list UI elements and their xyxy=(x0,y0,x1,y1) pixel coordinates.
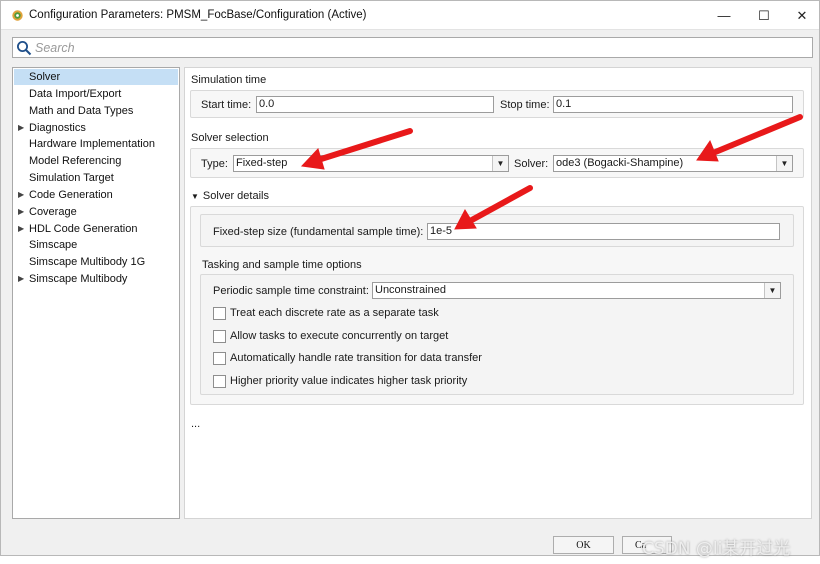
sidebar-item-simscape[interactable]: Simscape xyxy=(14,237,178,253)
expand-arrow-icon[interactable]: ▶ xyxy=(18,187,24,203)
sidebar-item-label: Hardware Implementation xyxy=(29,138,155,150)
sidebar-item-label: Solver xyxy=(29,71,61,83)
section-heading-simulation-time: Simulation time xyxy=(191,74,267,86)
constraint-label: Periodic sample time constraint: xyxy=(213,285,369,297)
solver-settings-panel: Simulation time Start time: 0.0 Stop tim… xyxy=(184,67,812,519)
sidebar-item-diagnostics[interactable]: ▶ Diagnostics xyxy=(14,120,178,136)
dropdown-value: Fixed-step xyxy=(236,157,288,169)
sidebar-item-label: HDL Code Generation xyxy=(29,223,138,235)
close-button[interactable]: ✕ xyxy=(784,1,820,30)
collapse-arrow-icon: ▼ xyxy=(191,192,199,201)
expand-arrow-icon[interactable]: ▶ xyxy=(18,271,24,287)
solver-details-group: Fixed-step size (fundamental sample time… xyxy=(190,206,804,405)
expand-arrow-icon[interactable]: ▶ xyxy=(18,120,24,136)
sidebar-item-label: Simulation Target xyxy=(29,172,114,184)
ok-button-label: OK xyxy=(576,539,591,551)
solver-label: Solver: xyxy=(514,158,549,170)
sidebar-item-simulation-target[interactable]: Simulation Target xyxy=(14,170,178,186)
search-input[interactable] xyxy=(35,39,805,56)
maximize-button[interactable]: ☐ xyxy=(746,1,782,30)
section-heading-solver-selection: Solver selection xyxy=(191,132,269,144)
dropdown-arrow-icon[interactable]: ▼ xyxy=(776,156,792,171)
checkbox-label: Automatically handle rate transition for… xyxy=(230,352,482,364)
stop-time-label: Stop time: xyxy=(500,99,550,111)
step-size-group: Fixed-step size (fundamental sample time… xyxy=(200,214,794,247)
ok-button[interactable]: OK xyxy=(553,536,614,554)
configuration-dialog: Configuration Parameters: PMSM_FocBase/C… xyxy=(0,0,820,556)
sidebar-item-hardware-implementation[interactable]: Hardware Implementation xyxy=(14,136,178,152)
expand-arrow-icon[interactable]: ▶ xyxy=(18,204,24,220)
sidebar-item-solver[interactable]: Solver xyxy=(14,69,178,85)
stop-time-input[interactable]: 0.1 xyxy=(553,96,793,113)
section-heading-tasking: Tasking and sample time options xyxy=(202,259,362,271)
solver-selection-group: Type: Fixed-step ▼ Solver: ode3 (Bogacki… xyxy=(190,148,804,178)
dropdown-value: ode3 (Bogacki-Shampine) xyxy=(556,157,684,169)
dropdown-arrow-icon[interactable]: ▼ xyxy=(764,283,780,298)
sidebar-item-simscape-multibody-1g[interactable]: Simscape Multibody 1G xyxy=(14,254,178,270)
simulation-time-group: Start time: 0.0 Stop time: 0.1 xyxy=(190,90,804,118)
sidebar-item-model-referencing[interactable]: Model Referencing xyxy=(14,153,178,169)
window-title: Configuration Parameters: PMSM_FocBase/C… xyxy=(29,9,367,21)
search-box[interactable] xyxy=(12,37,813,58)
sidebar-item-data-import-export[interactable]: Data Import/Export xyxy=(14,86,178,102)
gear-icon xyxy=(12,10,23,21)
sidebar-item-label: Simscape Multibody xyxy=(29,273,128,285)
checkbox-label: Allow tasks to execute concurrently on t… xyxy=(230,330,449,342)
start-time-input[interactable]: 0.0 xyxy=(256,96,494,113)
checkbox-label: Treat each discrete rate as a separate t… xyxy=(230,307,439,319)
dropdown-value: Unconstrained xyxy=(375,284,446,296)
sidebar-item-label: Math and Data Types xyxy=(29,105,134,117)
checkbox-label: Higher priority value indicates higher t… xyxy=(230,375,468,387)
sidebar-item-label: Diagnostics xyxy=(29,122,86,134)
search-icon xyxy=(17,41,32,56)
sidebar-item-label: Simscape Multibody 1G xyxy=(29,256,146,268)
step-size-input[interactable]: 1e-5 xyxy=(427,223,780,240)
solver-type-dropdown[interactable]: Fixed-step ▼ xyxy=(233,155,509,172)
checkbox-priority[interactable] xyxy=(213,375,226,388)
maximize-icon: ☐ xyxy=(758,7,770,23)
sidebar-item-label: Data Import/Export xyxy=(29,88,122,100)
solver-type-label: Type: xyxy=(201,158,228,170)
sidebar-item-label: Code Generation xyxy=(29,189,113,201)
sidebar-item-hdl-code-generation[interactable]: ▶ HDL Code Generation xyxy=(14,221,178,237)
checkbox-separate-task[interactable] xyxy=(213,307,226,320)
title-bar: Configuration Parameters: PMSM_FocBase/C… xyxy=(1,1,819,30)
minimize-button[interactable]: — xyxy=(706,1,742,30)
close-icon: ✕ xyxy=(796,7,808,23)
solver-details-toggle[interactable]: ▼ Solver details xyxy=(191,190,269,202)
tasking-group: Periodic sample time constraint: Unconst… xyxy=(200,274,794,395)
expand-arrow-icon[interactable]: ▶ xyxy=(18,221,24,237)
start-time-label: Start time: xyxy=(201,99,252,111)
dropdown-arrow-icon[interactable]: ▼ xyxy=(492,156,508,171)
more-options-ellipsis[interactable]: ... xyxy=(191,418,200,430)
step-size-label: Fixed-step size (fundamental sample time… xyxy=(213,226,424,238)
sidebar-item-label: Coverage xyxy=(29,206,77,218)
sidebar-item-simscape-multibody[interactable]: ▶ Simscape Multibody xyxy=(14,271,178,287)
sidebar-item-math-and-data-types[interactable]: Math and Data Types xyxy=(14,103,178,119)
sidebar-item-label: Simscape xyxy=(29,239,78,251)
section-heading-solver-details: Solver details xyxy=(202,190,269,202)
checkbox-concurrent-tasks[interactable] xyxy=(213,330,226,343)
solver-dropdown[interactable]: ode3 (Bogacki-Shampine) ▼ xyxy=(553,155,793,172)
watermark: CSDN @li某开过光 xyxy=(642,539,791,559)
sidebar-item-coverage[interactable]: ▶ Coverage xyxy=(14,204,178,220)
category-tree: Solver Data Import/Export Math and Data … xyxy=(12,67,180,519)
constraint-dropdown[interactable]: Unconstrained ▼ xyxy=(372,282,781,299)
checkbox-rate-transition[interactable] xyxy=(213,352,226,365)
minimize-icon: — xyxy=(717,8,731,23)
sidebar-item-code-generation[interactable]: ▶ Code Generation xyxy=(14,187,178,203)
sidebar-item-label: Model Referencing xyxy=(29,155,122,167)
